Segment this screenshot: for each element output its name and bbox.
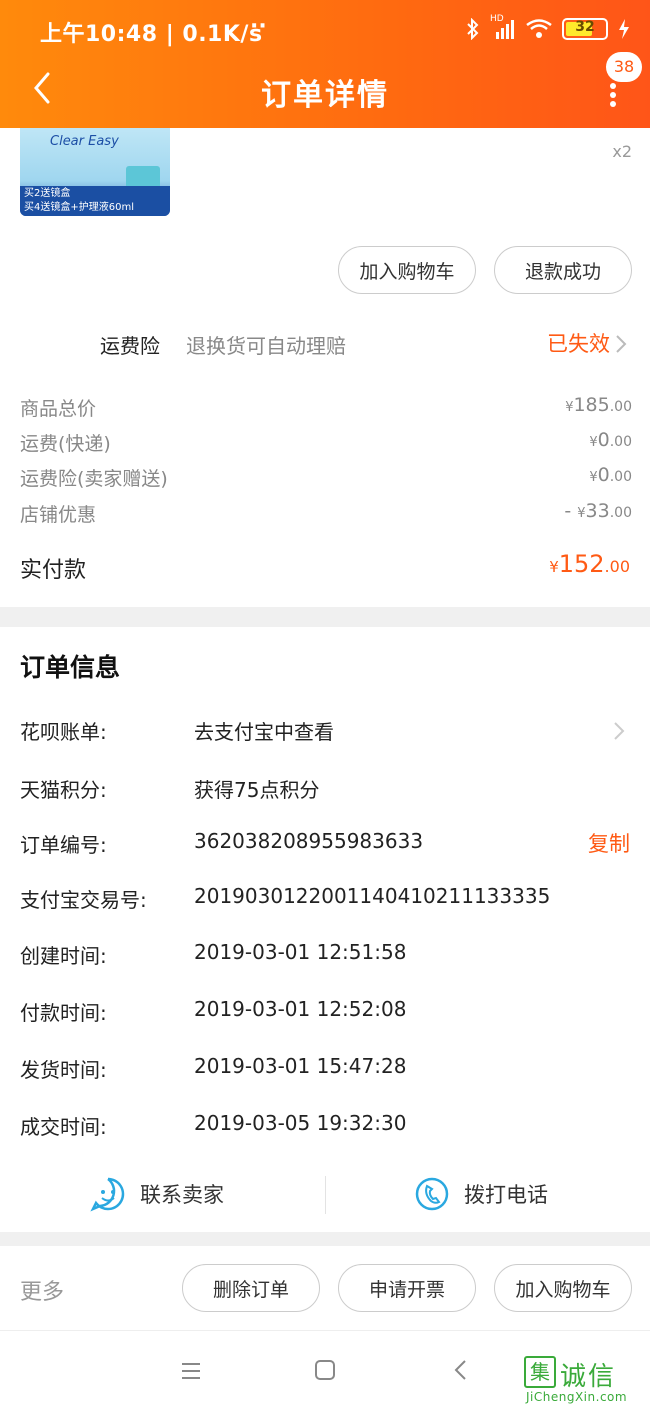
header-bar: 上午10:48 | 0.1K/s ·· HD 32 订单详情 38 [0,0,650,128]
chevron-right-icon[interactable] [614,333,628,355]
section-divider [0,1232,650,1246]
copy-button[interactable]: 复制 [588,828,630,858]
bluetooth-icon [467,18,479,40]
product-brand: Clear Easy [50,134,119,149]
watermark-en: JiChengXin.com [526,1390,628,1404]
price-label: 运费险(卖家赠送) [20,468,168,490]
info-row-paid: 付款时间: 2019-03-01 12:52:08 [20,997,632,1033]
message-badge[interactable]: 38 [606,52,642,82]
price-label: 店铺优惠 [20,504,97,526]
request-invoice-button[interactable]: 申请开票 [338,1264,476,1312]
page-title: 订单详情 [261,78,389,113]
order-info-title: 订单信息 [20,653,121,682]
info-row-alipay-no: 支付宝交易号: 2019030122001140410211133335 [20,884,632,920]
info-value: 362038208955983633 [194,829,424,853]
info-row-created: 创建时间: 2019-03-01 12:51:58 [20,940,632,976]
info-row-completed: 成交时间: 2019-03-05 19:32:30 [20,1111,632,1147]
network-label: HD [490,14,504,24]
info-key: 天猫积分: [20,778,107,802]
price-row-goods: 商品总价 ¥185.00 [20,394,632,421]
product-quantity: x2 [612,142,632,161]
info-row-huabei[interactable]: 花呗账单: 去支付宝中查看 [20,716,632,752]
status-dots: ·· [250,14,267,39]
insurance-desc: 退换货可自动理赔 [186,334,346,358]
watermark-cn: 诚信 [560,1362,617,1392]
add-to-cart-button[interactable]: 加入购物车 [338,246,476,294]
product-promo: 买2送镜盒 买4送镜盒+护理液60ml [20,186,170,216]
info-value: 2019-03-01 12:52:08 [194,997,407,1021]
info-key: 发货时间: [20,1058,107,1082]
info-value: 2019030122001140410211133335 [194,884,551,908]
info-key: 支付宝交易号: [20,888,147,912]
nav-home-icon[interactable] [314,1359,336,1381]
contact-seller-label: 联系卖家 [140,1183,224,1207]
section-divider [0,607,650,627]
contact-separator [325,1176,326,1214]
more-button[interactable]: 更多 [20,1274,64,1306]
info-value: 去支付宝中查看 [194,720,334,744]
contact-seller-button[interactable]: 联系卖家 [90,1170,224,1218]
nav-menu-icon[interactable] [180,1361,202,1381]
paid-label: 实付款 [20,558,87,583]
refund-success-button[interactable]: 退款成功 [494,246,632,294]
watermark-box: 集 [524,1356,556,1388]
info-value: 2019-03-01 12:51:58 [194,940,407,964]
info-key: 付款时间: [20,1001,107,1025]
price-value: - ¥33.00 [564,500,632,522]
wifi-icon [526,19,552,38]
promo-line-2: 买4送镜盒+护理液60ml [24,202,134,213]
signal-icon: HD [490,14,516,40]
bottom-add-to-cart-button[interactable]: 加入购物车 [494,1264,632,1312]
insurance-status[interactable]: 已失效 [547,328,610,358]
info-row-points: 天猫积分: 获得75点积分 [20,774,632,810]
product-image[interactable]: Clear Easy 买2送镜盒 买4送镜盒+护理液60ml [20,128,170,216]
promo-line-1: 买2送镜盒 [24,188,71,199]
nav-back-icon[interactable] [452,1359,470,1381]
price-label: 商品总价 [20,398,97,420]
price-row-discount: 店铺优惠 - ¥33.00 [20,500,632,527]
status-time: 上午10:48 | 0.1K/s [40,22,263,47]
insurance-label: 运费险 [100,334,160,358]
call-phone-label: 拨打电话 [464,1183,548,1207]
info-key: 创建时间: [20,944,107,968]
watermark-logo: 集 诚信 JiChengXin.com [524,1356,642,1406]
info-value: 2019-03-01 15:47:28 [194,1054,407,1078]
battery-icon: 32 [562,18,608,40]
call-phone-button[interactable]: 拨打电话 [414,1170,548,1218]
battery-level: 32 [575,19,595,35]
status-icons: HD 32 [466,14,630,44]
price-row-shipping: 运费(快递) ¥0.00 [20,429,632,456]
paid-amount: ¥152.00 [549,550,630,578]
info-row-shipped: 发货时间: 2019-03-01 15:47:28 [20,1054,632,1090]
phone-icon [415,1177,449,1211]
info-value: 获得75点积分 [194,778,320,802]
info-key: 成交时间: [20,1115,107,1139]
price-row-insurance: 运费险(卖家赠送) ¥0.00 [20,464,632,491]
info-value: 2019-03-05 19:32:30 [194,1111,407,1135]
info-row-order-no: 订单编号: 362038208955983633 [20,829,632,865]
charging-icon [619,19,629,39]
order-detail-page: 上午10:48 | 0.1K/s ·· HD 32 订单详情 38 Clear … [0,0,650,1408]
price-value: ¥185.00 [565,394,632,416]
info-key: 花呗账单: [20,720,107,744]
chevron-right-icon[interactable] [612,720,626,742]
price-value: ¥0.00 [589,429,632,451]
delete-order-button[interactable]: 删除订单 [182,1264,320,1312]
price-label: 运费(快递) [20,433,111,455]
status-bar: 上午10:48 | 0.1K/s ·· HD 32 [0,0,650,60]
info-key: 订单编号: [20,833,107,857]
smiley-chat-icon [90,1177,125,1212]
price-value: ¥0.00 [589,464,632,486]
